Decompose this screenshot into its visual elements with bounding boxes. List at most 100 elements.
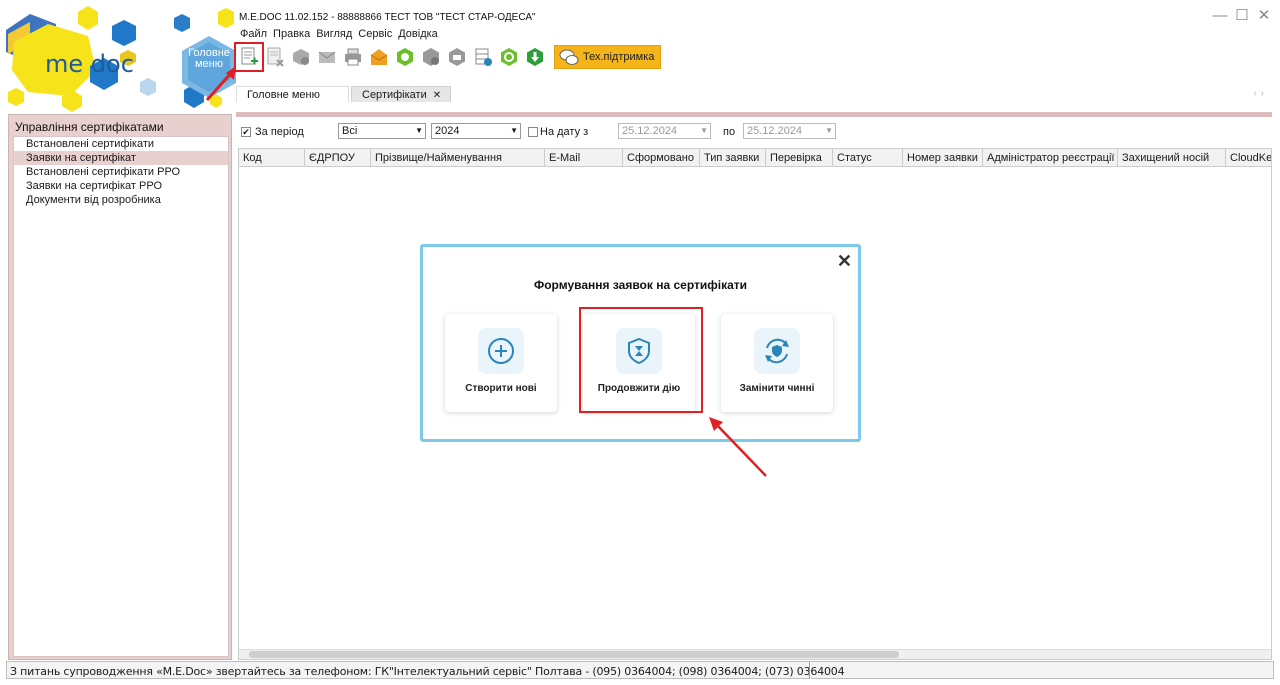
date-to-field[interactable]: 25.12.2024 ▼: [743, 123, 836, 139]
refresh-icon: [501, 48, 517, 66]
col-header-code[interactable]: Код: [239, 149, 305, 167]
col-header-protected-media[interactable]: Захищений носій: [1118, 149, 1226, 167]
col-header-status[interactable]: Статус: [833, 149, 903, 167]
col-header-registration-admin[interactable]: Адміністратор реєстрації: [983, 149, 1118, 167]
date-from-value: 25.12.2024: [622, 125, 678, 137]
replace-current-label: Замінити чинні: [739, 383, 815, 394]
left-panel-list: Встановлені сертифікати Заявки на сертиф…: [13, 136, 229, 657]
print-button[interactable]: [342, 46, 364, 68]
col-header-check[interactable]: Перевірка: [766, 149, 833, 167]
close-icon[interactable]: ✕: [837, 251, 852, 272]
open-envelope-icon: [370, 49, 388, 65]
menu-file[interactable]: Файл: [240, 28, 267, 42]
col-header-formed[interactable]: Сформовано: [623, 149, 700, 167]
app-title: M.E.DOC 11.02.152 - 88888866 ТЕСТ ТОВ "Т…: [239, 12, 536, 23]
red-arrow-icon: [205, 66, 236, 101]
status-divider: [809, 662, 811, 679]
left-panel: Управління сертифікатами Встановлені сер…: [8, 114, 232, 660]
left-item-installed-certs[interactable]: Встановлені сертифікати: [14, 137, 228, 151]
print-icon: [345, 48, 361, 66]
refresh-button[interactable]: [498, 46, 520, 68]
date-from-field[interactable]: 25.12.2024 ▼: [618, 123, 711, 139]
scrollbar-thumb[interactable]: [249, 651, 899, 658]
year-select[interactable]: 2024 ▼: [431, 123, 521, 139]
col-header-request-number[interactable]: Номер заявки: [903, 149, 983, 167]
status-text: З питань супроводження «M.E.Doc» звертай…: [10, 665, 845, 678]
year-select-value: 2024: [435, 125, 460, 137]
toolbar: Тех.підтримка: [234, 42, 662, 72]
download-button[interactable]: [524, 46, 546, 68]
plus-circle-icon: [488, 338, 514, 364]
status-bar: З питань супроводження «M.E.Doc» звертай…: [6, 661, 1274, 679]
sign-button[interactable]: [290, 46, 312, 68]
horizontal-scrollbar[interactable]: [239, 649, 1271, 659]
logo-area: me doc Головне меню: [0, 0, 236, 112]
title-bar: M.E.DOC 11.02.152 - 88888866 ТЕСТ ТОВ "Т…: [236, 6, 1276, 28]
menu-view[interactable]: Вигляд: [316, 28, 352, 42]
green-hex-button[interactable]: [394, 46, 416, 68]
menu-service[interactable]: Сервіс: [358, 28, 392, 42]
red-arrow-icon: [709, 417, 767, 477]
left-item-installed-rro-certs[interactable]: Встановлені сертифікати РРО: [14, 165, 228, 179]
col-header-edrpou[interactable]: ЄДРПОУ: [305, 149, 371, 167]
on-date-checkbox[interactable]: [528, 127, 538, 137]
table-settings-button[interactable]: [472, 46, 494, 68]
tab-close-icon[interactable]: ✕: [433, 90, 441, 101]
dialog-title: Формування заявок на сертифікати: [533, 278, 748, 292]
maximize-icon[interactable]: ☐: [1234, 8, 1250, 24]
support-label: Тех.підтримка: [583, 51, 655, 63]
col-header-email[interactable]: E-Mail: [545, 149, 623, 167]
tab-underline: [236, 112, 1272, 117]
support-button[interactable]: Тех.підтримка: [554, 45, 662, 69]
chevron-down-icon: ▼: [415, 126, 423, 135]
filter-row: ✔ За період Всі ▼ 2024 ▼ На дату з 25.12.2…: [238, 122, 1272, 142]
delete-document-button[interactable]: [264, 46, 286, 68]
menu-edit[interactable]: Правка: [273, 28, 310, 42]
new-document-icon: [241, 47, 258, 65]
continue-validity-icon-box: [616, 328, 662, 374]
replace-current-icon-box: [754, 328, 800, 374]
gear-hex-button[interactable]: [420, 46, 442, 68]
replace-current-card[interactable]: Замінити чинні: [721, 314, 833, 412]
archive-button[interactable]: [446, 46, 468, 68]
create-new-icon-box: [478, 328, 524, 374]
logo-text: me doc: [45, 50, 134, 78]
tab-strip: Головне меню Сертифікати ✕ ‹›: [236, 84, 1272, 102]
open-envelope-button[interactable]: [368, 46, 390, 68]
tab-main-menu-label: Головне меню: [247, 89, 320, 101]
table-settings-icon: [475, 48, 492, 66]
left-item-rro-cert-requests[interactable]: Заявки на сертифікат РРО: [14, 179, 228, 193]
tab-certificates[interactable]: Сертифікати ✕: [351, 86, 451, 102]
delete-document-icon: [267, 47, 284, 67]
table-header: Код ЄДРПОУ Прізвище/Найменування E-Mail …: [239, 149, 1271, 167]
tab-main-menu[interactable]: Головне меню: [236, 86, 349, 102]
left-panel-title: Управління сертифікатами: [15, 120, 164, 134]
menu-help[interactable]: Довідка: [398, 28, 438, 42]
col-header-name[interactable]: Прізвище/Найменування: [371, 149, 545, 167]
create-new-label: Створити нові: [465, 383, 537, 394]
send-icon: [318, 51, 336, 63]
create-new-card[interactable]: Створити нові: [445, 314, 557, 412]
chevron-down-icon: ▼: [700, 126, 708, 135]
minimize-icon[interactable]: —: [1212, 8, 1228, 24]
left-item-developer-docs[interactable]: Документи від розробника: [14, 193, 228, 207]
col-header-cloudkey[interactable]: CloudKey: [1226, 149, 1271, 167]
menubar: Файл Правка Вигляд Сервіс Довідка: [240, 28, 438, 42]
tab-scroll-arrows-icon[interactable]: ‹›: [1253, 88, 1268, 99]
on-date-label: На дату з: [540, 126, 589, 138]
gear-hex-icon: [423, 48, 439, 66]
col-header-request-type[interactable]: Тип заявки: [700, 149, 766, 167]
period-select[interactable]: Всі ▼: [338, 123, 426, 139]
chevron-down-icon: ▼: [510, 126, 518, 135]
download-icon: [527, 48, 543, 66]
chevron-down-icon: ▼: [825, 126, 833, 135]
archive-icon: [449, 48, 465, 66]
shield-hourglass-icon: [628, 337, 650, 365]
left-item-cert-requests[interactable]: Заявки на сертифікат: [14, 151, 228, 165]
close-icon[interactable]: ✕: [1256, 8, 1272, 24]
new-document-button[interactable]: [234, 42, 264, 72]
period-checkbox[interactable]: ✔: [241, 127, 251, 137]
continue-validity-card[interactable]: Продовжити дію: [583, 314, 695, 412]
green-hex-icon: [397, 48, 413, 66]
send-button[interactable]: [316, 46, 338, 68]
